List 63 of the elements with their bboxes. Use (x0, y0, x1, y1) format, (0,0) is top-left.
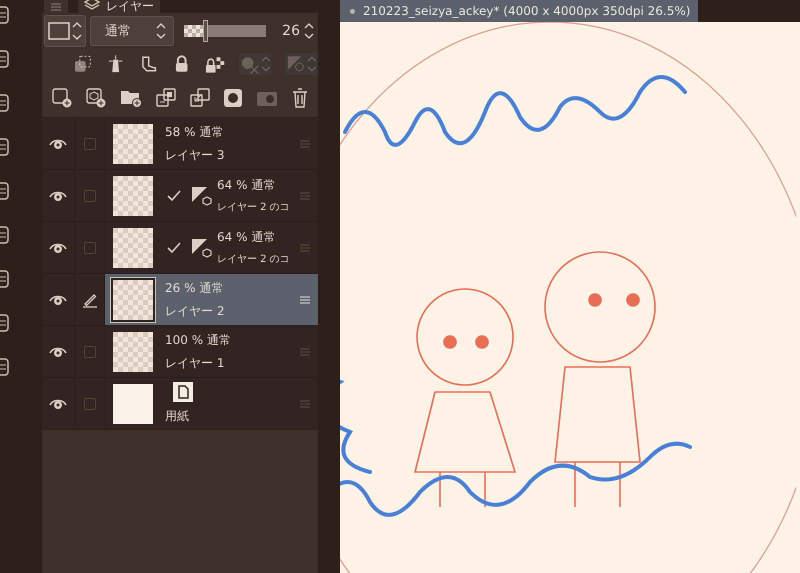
drag-handle-icon[interactable] (300, 400, 310, 408)
drag-handle-icon[interactable] (300, 348, 310, 356)
paper-icon (173, 382, 193, 402)
layer-name: レイヤー 3 (165, 146, 226, 164)
merge-up-icon[interactable] (156, 88, 176, 108)
layer-opacity-mode: 26 % 通常 (165, 280, 224, 296)
layer-thumbnail (113, 332, 153, 372)
layers-icon (84, 0, 100, 10)
layer-row[interactable]: 用紙 (42, 378, 318, 430)
menu-icon[interactable] (44, 0, 68, 13)
drag-handle-icon[interactable] (300, 192, 310, 200)
new-folder-icon[interactable] (120, 88, 142, 108)
layer-name: レイヤー 2 のコ (217, 253, 291, 266)
mask-icon[interactable] (224, 89, 242, 107)
layer-opacity-mode: 100 % 通常 (165, 332, 232, 348)
ruler-cube-icon (191, 184, 213, 206)
new-layer-icon[interactable] (52, 88, 72, 108)
color-select[interactable] (44, 15, 86, 47)
layer-checkbox[interactable] (84, 346, 96, 358)
merge-down-icon[interactable] (190, 88, 210, 108)
layer-thumbnail (113, 176, 153, 216)
ruler-cube-icon (191, 236, 213, 258)
blend-mode-select[interactable]: 通常 (90, 16, 174, 46)
trash-icon[interactable] (292, 88, 308, 108)
layer-name: レイヤー 2 (165, 302, 226, 320)
layer-tab[interactable]: レイヤー (78, 0, 160, 13)
layer-checkbox[interactable] (84, 138, 96, 150)
layer-thumbnail (113, 384, 153, 424)
drag-handle-icon[interactable] (300, 244, 310, 252)
stepper-icon (155, 21, 167, 41)
layer-row[interactable]: 64 % 通常 レイヤー 2 のコ (42, 222, 318, 274)
opacity-value: 26 (282, 23, 300, 39)
layer-row[interactable]: 26 % 通常 レイヤー 2 (42, 274, 318, 326)
layer-row[interactable]: 64 % 通常 レイヤー 2 のコ (42, 170, 318, 222)
layer-thumbnail (113, 228, 153, 268)
layer-opacity-mode: 58 % 通常 (165, 124, 224, 140)
hand-icon[interactable] (140, 55, 158, 73)
layer-thumbnail (113, 280, 153, 320)
copy-icon[interactable] (74, 55, 92, 73)
pen-icon (82, 292, 98, 308)
eye-icon[interactable] (49, 346, 67, 358)
lock-icon[interactable] (174, 55, 190, 73)
lock-checker-icon[interactable] (205, 55, 225, 73)
drag-handle-icon[interactable] (300, 140, 310, 148)
document-tab[interactable]: 210223_seizya_ackey* (4000 x 4000px 350dpi 26.5%) (340, 0, 698, 22)
eye-icon[interactable] (49, 398, 67, 410)
layer-checkbox[interactable] (84, 242, 96, 254)
eye-icon[interactable] (49, 242, 67, 254)
eye-icon[interactable] (49, 294, 67, 306)
layer-row[interactable]: 100 % 通常 レイヤー 1 (42, 326, 318, 378)
layer-name: 用紙 (165, 408, 190, 425)
eye-icon[interactable] (49, 190, 67, 202)
layer-name: レイヤー 1 (165, 354, 226, 372)
layer-opacity-mode: 64 % 通常 (217, 229, 276, 246)
layer-row[interactable]: 58 % 通常 レイヤー 3 (42, 118, 318, 170)
layer-checkbox[interactable] (84, 398, 96, 410)
layer-opacity-mode: 64 % 通常 (217, 177, 276, 194)
layer-checkbox[interactable] (84, 190, 96, 202)
eye-icon[interactable] (49, 138, 67, 150)
tower-icon[interactable] (107, 55, 125, 73)
layer-name: レイヤー 2 のコ (217, 201, 291, 214)
layer-thumbnail (113, 124, 153, 164)
new-3d-layer-icon[interactable] (86, 88, 106, 108)
